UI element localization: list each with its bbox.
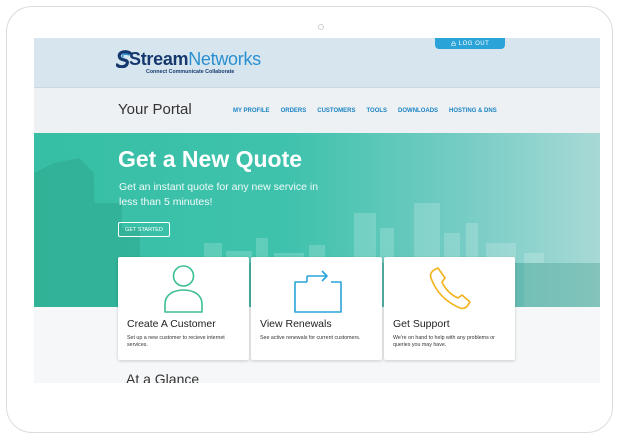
portal-title: Your Portal (118, 101, 192, 118)
nav-customers[interactable]: CUSTOMERS (317, 108, 355, 114)
card-title: Create A Customer (127, 318, 216, 330)
hero-subtitle: Get an instant quote for any new service… (119, 181, 319, 208)
logout-button[interactable]: LOG OUT (435, 38, 505, 49)
nav-tools[interactable]: TOOLS (366, 108, 387, 114)
top-header: LOG OUT StreamNetworks Connect Communica… (34, 38, 600, 87)
person-icon (164, 265, 203, 313)
hero-title: Get a New Quote (118, 146, 303, 172)
logo-name-second: Networks (188, 49, 261, 69)
at-a-glance-heading: At a Glance (126, 371, 200, 383)
nav-bar: Your Portal MY PROFILE ORDERS CUSTOMERS … (34, 87, 600, 134)
phone-icon (429, 267, 471, 310)
portal-screen: LOG OUT StreamNetworks Connect Communica… (34, 38, 600, 383)
renew-arrows-icon (294, 270, 342, 313)
view-renewals-card[interactable]: View Renewals See active renewals for cu… (251, 257, 382, 360)
card-description: We're on hand to help with any problems … (393, 335, 495, 348)
card-title: Get Support (393, 318, 450, 330)
card-description: Set up a new customer to recieve interne… (127, 335, 225, 348)
card-description: See active renewals for current customer… (260, 335, 361, 341)
card-title: View Renewals (260, 318, 332, 330)
logo-wordmark: StreamNetworks (129, 49, 261, 70)
logo-tagline: Connect Communicate Collaborate (146, 69, 235, 75)
get-support-card[interactable]: Get Support We're on hand to help with a… (384, 257, 515, 360)
main-nav: MY PROFILE ORDERS CUSTOMERS TOOLS DOWNLO… (233, 108, 497, 114)
nav-orders[interactable]: ORDERS (281, 108, 307, 114)
logout-label: LOG OUT (458, 40, 490, 47)
logo-name-first: Stream (129, 49, 189, 69)
nav-hosting-dns[interactable]: HOSTING & DNS (449, 108, 497, 114)
nav-downloads[interactable]: DOWNLOADS (398, 108, 438, 114)
create-customer-card[interactable]: Create A Customer Set up a new customer … (118, 257, 249, 360)
nav-my-profile[interactable]: MY PROFILE (233, 108, 270, 114)
get-started-button[interactable]: GET STARTED (118, 222, 170, 237)
lock-icon (451, 41, 456, 46)
camera-dot (318, 24, 324, 30)
